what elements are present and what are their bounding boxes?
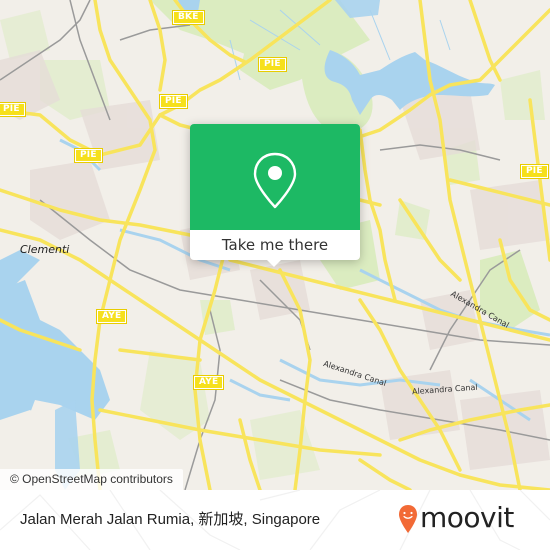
highway-shield-pie: PIE (159, 94, 188, 109)
map[interactable]: BKE PIE PIE PIE PIE PIE AYE AYE Clementi… (0, 0, 550, 490)
highway-shield-aye: AYE (95, 309, 128, 324)
take-me-there-button[interactable]: Take me there (190, 230, 360, 260)
location-popup: Take me there (190, 124, 360, 267)
highway-shield-pie: PIE (258, 57, 287, 72)
highway-shield-bke: BKE (172, 10, 205, 25)
highway-shield-pie: PIE (74, 148, 103, 163)
location-pin-icon (253, 152, 297, 209)
moovit-pin-icon (399, 505, 417, 533)
highway-shield-aye: AYE (192, 375, 225, 390)
highway-shield-pie: PIE (0, 102, 26, 117)
popup-tail (266, 259, 282, 267)
map-attribution[interactable]: © OpenStreetMap contributors (0, 469, 183, 490)
popup-header (190, 124, 360, 230)
location-title: Jalan Merah Jalan Rumia, 新加坡, Singapore (20, 511, 321, 528)
place-label-clementi: Clementi (20, 243, 70, 256)
moovit-wordmark: moovit (420, 501, 514, 534)
highway-shield-pie: PIE (520, 164, 549, 179)
moovit-logo[interactable]: moovit (398, 501, 538, 536)
footer: Jalan Merah Jalan Rumia, 新加坡, Singapore … (0, 490, 550, 550)
